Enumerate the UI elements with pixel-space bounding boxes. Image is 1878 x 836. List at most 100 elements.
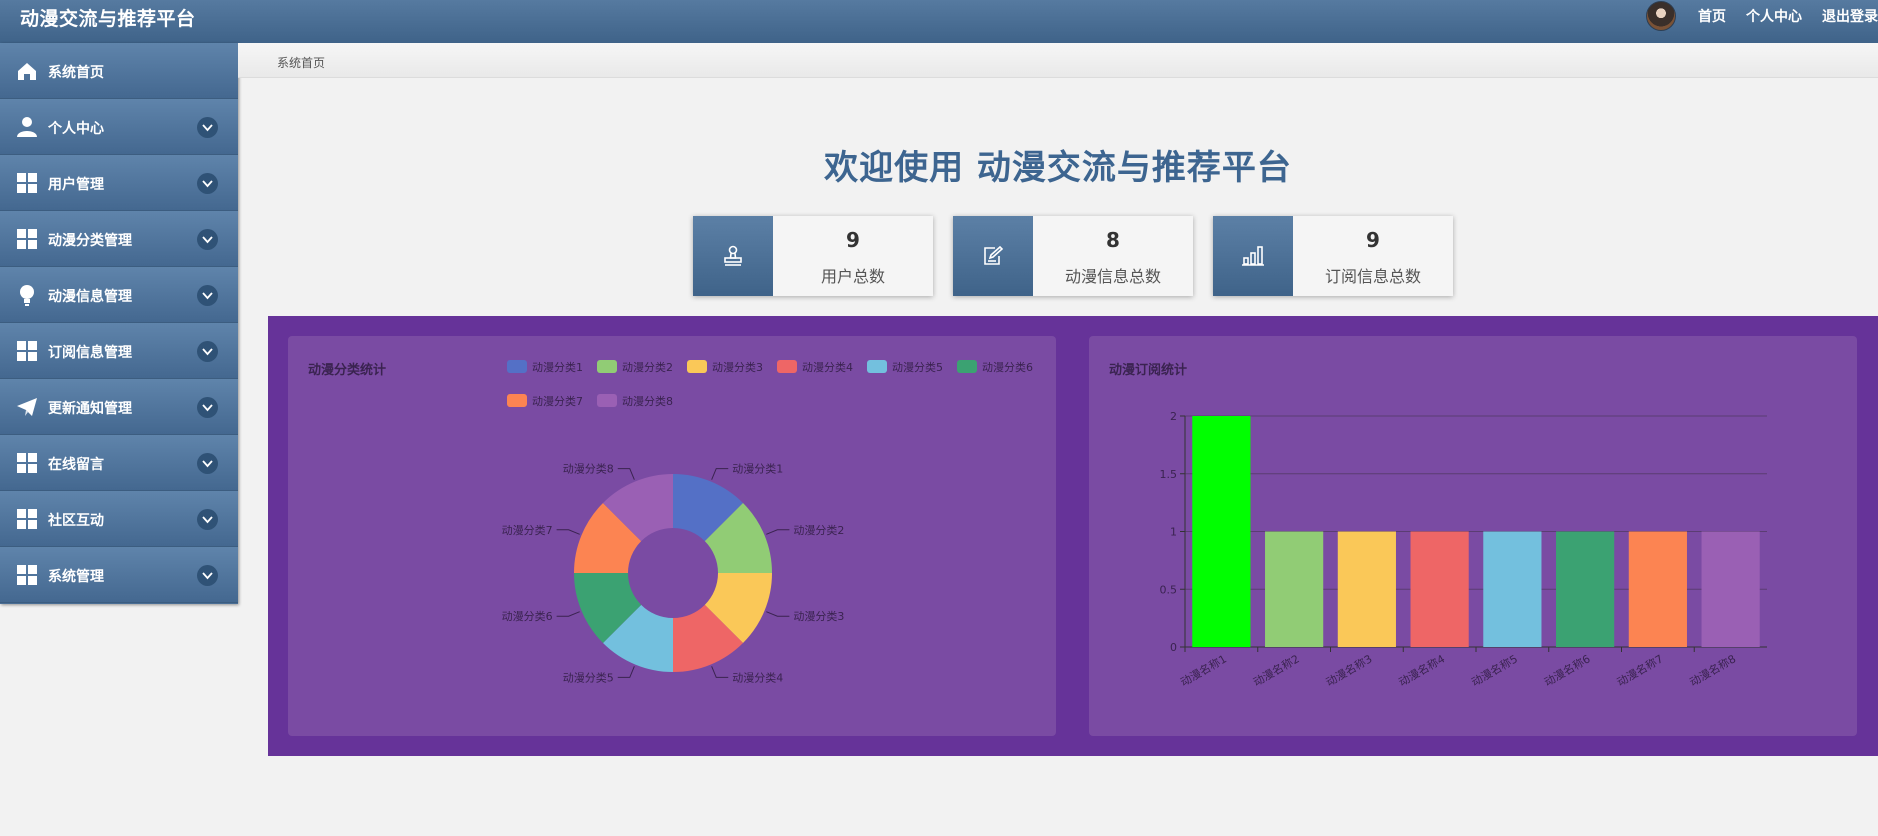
grid-icon <box>16 508 38 530</box>
chevron-down-icon[interactable] <box>197 397 218 418</box>
page-title: 欢迎使用 动漫交流与推荐平台 <box>824 148 1292 188</box>
pie-label: 动漫分类6 <box>502 609 553 623</box>
legend-swatch <box>597 360 617 373</box>
sidebar-item-label: 系统首页 <box>48 65 104 81</box>
legend-swatch <box>687 360 707 373</box>
pie-label: 动漫分类5 <box>563 670 614 684</box>
pie-label: 动漫分类7 <box>502 523 553 537</box>
pie-leader-line <box>711 666 729 678</box>
sidebar-item-label: 个人中心 <box>48 121 104 137</box>
grid-icon <box>16 228 38 250</box>
bar <box>1410 531 1469 647</box>
bar <box>1337 531 1396 647</box>
x-tick-label: 动漫名称7 <box>1614 651 1665 689</box>
chevron-down-icon[interactable] <box>197 117 218 138</box>
sidebar-item[interactable]: 更新通知管理 <box>0 379 238 435</box>
home-icon <box>16 60 38 82</box>
breadcrumb-item[interactable]: 系统首页 <box>277 54 325 71</box>
pie-chart-panel: 动漫分类统计 动漫分类1 动漫分类2 动漫分类3 动漫分类4 动漫分类5 动漫分类6 动漫分… <box>288 336 1056 736</box>
pie-leader-line <box>617 666 635 678</box>
stat-icon-box <box>693 216 773 296</box>
stat-value: 9 <box>846 228 860 252</box>
pie-leader-line <box>711 468 729 480</box>
sidebar-item[interactable]: 个人中心 <box>0 99 238 155</box>
sidebar-item[interactable]: 在线留言 <box>0 435 238 491</box>
legend-label: 动漫分类7 <box>532 394 583 408</box>
sidebar-item[interactable]: 社区互动 <box>0 491 238 547</box>
stat-value: 9 <box>1366 228 1380 252</box>
bar <box>1701 531 1760 647</box>
stat-label: 动漫信息总数 <box>1064 267 1161 286</box>
pie-label: 动漫分类1 <box>732 462 783 476</box>
bar-chart-icon <box>1242 246 1264 266</box>
app-title: 动漫交流与推荐平台 <box>20 8 196 30</box>
sidebar-item-label: 动漫分类管理 <box>48 233 132 249</box>
grid-icon <box>16 452 38 474</box>
legend-label: 动漫分类8 <box>622 394 673 408</box>
chart-band: 动漫分类统计 动漫分类1 动漫分类2 动漫分类3 动漫分类4 动漫分类5 动漫分类6 动漫分… <box>268 316 1878 756</box>
bar <box>1628 531 1687 647</box>
chevron-down-icon[interactable] <box>197 173 218 194</box>
stat-card-subscriptions: 9 订阅信息总数 <box>1213 216 1453 296</box>
user-icon <box>16 116 38 138</box>
bar <box>1265 531 1324 647</box>
pie-leader-line <box>617 468 635 480</box>
legend-swatch <box>777 360 797 373</box>
sidebar-item-label: 动漫信息管理 <box>48 289 132 305</box>
legend-label: 动漫分类2 <box>622 360 673 374</box>
pie-leader-line <box>766 529 790 535</box>
avatar[interactable] <box>1646 1 1676 31</box>
chevron-down-icon[interactable] <box>197 565 218 586</box>
chevron-down-icon[interactable] <box>197 229 218 250</box>
stat-icon-box <box>953 216 1033 296</box>
legend-label: 动漫分类1 <box>532 360 583 374</box>
pie-label: 动漫分类3 <box>793 609 844 623</box>
sidebar-item-label: 用户管理 <box>48 177 104 193</box>
sidebar-item-label: 更新通知管理 <box>48 401 132 417</box>
stamp-icon <box>724 245 742 266</box>
x-tick-label: 动漫名称2 <box>1250 651 1301 689</box>
sidebar-item[interactable]: 用户管理 <box>0 155 238 211</box>
legend-label: 动漫分类5 <box>892 360 943 374</box>
nav-home-link[interactable]: 首页 <box>1698 6 1726 26</box>
pie-leader-line <box>556 529 580 535</box>
stat-icon-box <box>1213 216 1293 296</box>
y-tick-label: 0.5 <box>1160 583 1178 596</box>
breadcrumb: 系统首页 <box>238 43 1878 78</box>
sidebar-item[interactable]: 动漫分类管理 <box>0 211 238 267</box>
top-bar: 动漫交流与推荐平台 首页 个人中心 退出登录 <box>0 0 1878 43</box>
pie-label: 动漫分类4 <box>732 670 783 684</box>
sidebar-item[interactable]: 系统首页 <box>0 43 238 99</box>
chevron-down-icon[interactable] <box>197 341 218 362</box>
legend-swatch <box>957 360 977 373</box>
pie-label: 动漫分类8 <box>563 462 614 476</box>
sidebar: 系统首页个人中心用户管理动漫分类管理 动漫信息管理 订阅信息管理 更新通知管理 在线留言… <box>0 43 238 604</box>
legend-swatch <box>597 394 617 407</box>
sidebar-item-label: 在线留言 <box>48 457 104 473</box>
sidebar-item-label: 社区互动 <box>48 513 104 529</box>
legend-label: 动漫分类6 <box>982 360 1033 374</box>
nav-logout-link[interactable]: 退出登录 <box>1822 6 1878 26</box>
sidebar-item-label: 订阅信息管理 <box>48 345 132 361</box>
nav-profile-link[interactable]: 个人中心 <box>1746 6 1802 26</box>
stat-card-anime: 8 动漫信息总数 <box>953 216 1193 296</box>
y-tick-label: 1.5 <box>1160 468 1178 481</box>
edit-icon <box>984 245 1004 265</box>
x-tick-label: 动漫名称1 <box>1178 651 1229 689</box>
stat-label: 用户总数 <box>820 267 885 286</box>
sidebar-item[interactable]: 订阅信息管理 <box>0 323 238 379</box>
sidebar-item-label: 系统管理 <box>48 569 104 585</box>
bar <box>1483 531 1542 647</box>
chevron-down-icon[interactable] <box>197 285 218 306</box>
x-tick-label: 动漫名称5 <box>1469 651 1520 689</box>
x-tick-label: 动漫名称3 <box>1323 651 1374 689</box>
bar-chart-panel: 动漫订阅统计 0 0.5 1 1.5 2 动漫名称1 动漫名称2 动漫名称3 动漫名称4 动漫名称… <box>1089 336 1857 736</box>
sidebar-item[interactable]: 系统管理 <box>0 547 238 603</box>
legend-label: 动漫分类3 <box>712 360 763 374</box>
sidebar-item[interactable]: 动漫信息管理 <box>0 267 238 323</box>
pie-leader-line <box>556 611 580 617</box>
chevron-down-icon[interactable] <box>197 453 218 474</box>
chevron-down-icon[interactable] <box>197 509 218 530</box>
bulb-icon <box>16 284 38 306</box>
y-tick-label: 1 <box>1170 526 1177 539</box>
